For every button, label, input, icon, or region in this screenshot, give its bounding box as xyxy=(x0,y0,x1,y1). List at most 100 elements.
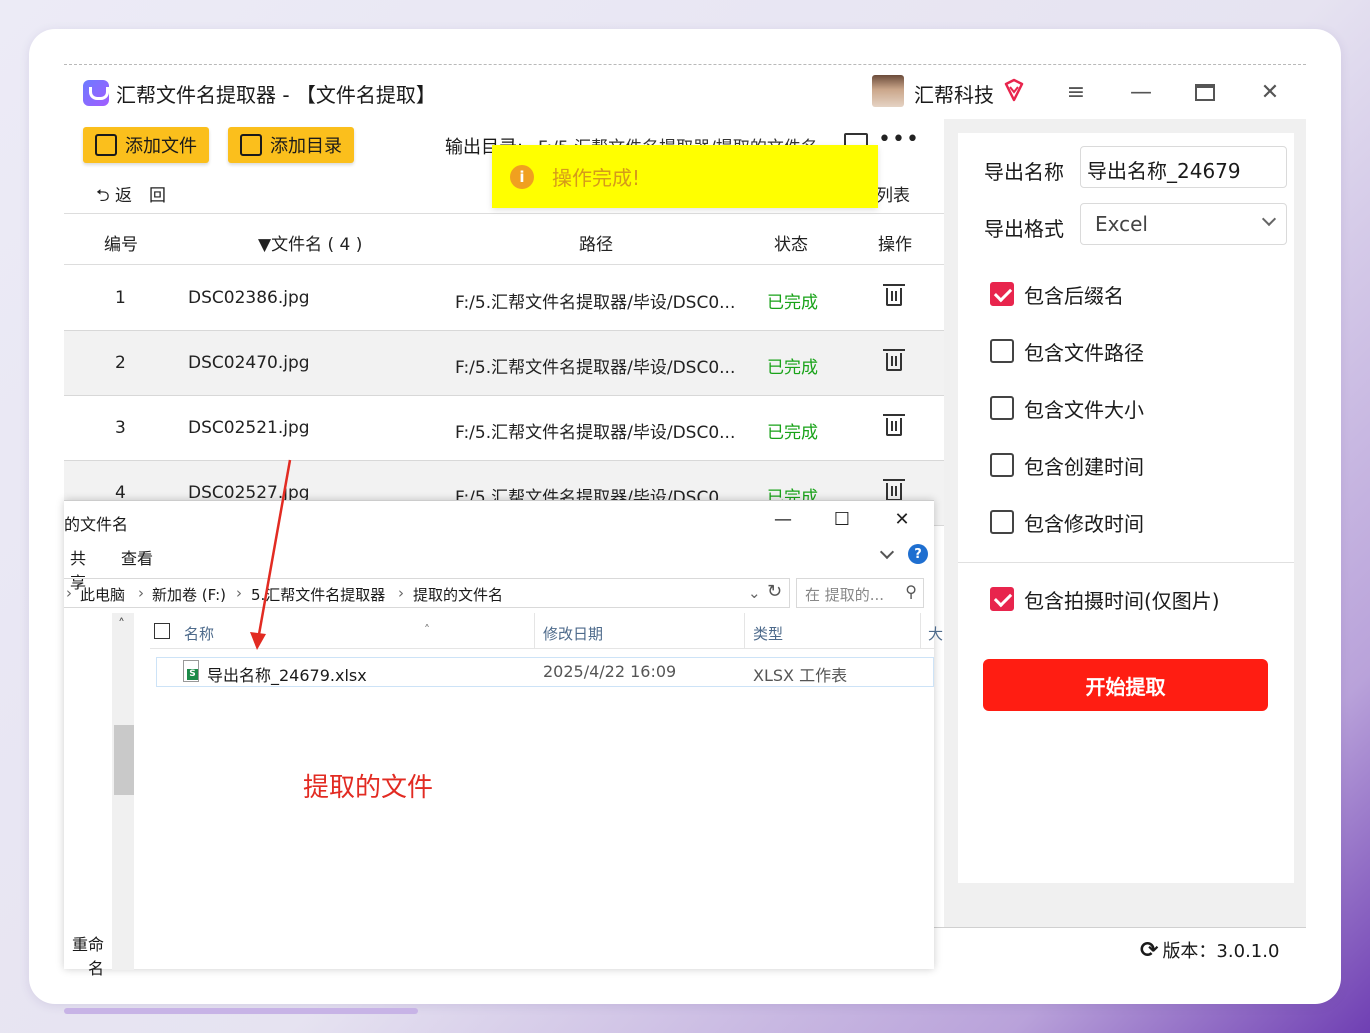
refresh-icon[interactable]: ↻ xyxy=(767,581,782,602)
maximize-button[interactable]: ☐ xyxy=(822,507,862,531)
version-label: 版本：3.0.1.0 xyxy=(1162,941,1280,962)
back-button[interactable]: ⮌ 返 回 xyxy=(96,181,166,212)
chevron-down-icon xyxy=(1261,211,1277,227)
chevron-down-icon[interactable]: ⌄ xyxy=(748,584,761,602)
sort-up-icon: ˄ xyxy=(424,623,430,637)
option-modified[interactable]: 包含修改时间 xyxy=(990,509,1144,536)
avatar[interactable] xyxy=(872,75,904,107)
option-label: 包含创建时间 xyxy=(1024,454,1144,479)
address-bar[interactable]: › 此电脑 › 新加卷 (F:) › 5.汇帮文件名提取器 › 提取的文件名 ⌄ xyxy=(64,578,790,608)
horizontal-scrollbar[interactable] xyxy=(64,1008,418,1014)
chevron-right-icon: › xyxy=(236,584,242,602)
table-header: 编号 ▼文件名 ( 4 ) 路径 状态 操作 xyxy=(64,213,944,265)
checkbox[interactable] xyxy=(990,510,1014,534)
more-icon[interactable]: ••• xyxy=(878,127,920,152)
divider xyxy=(958,562,1294,563)
row-path: F:/5.汇帮文件名提取器/毕设/DSC0... xyxy=(455,293,736,313)
col-size[interactable]: 大 xyxy=(928,623,943,644)
file-modified: 2025/4/22 16:09 xyxy=(543,662,677,681)
close-button[interactable]: ✕ xyxy=(882,507,922,531)
app-logo-icon xyxy=(83,80,109,106)
sync-icon[interactable]: ⟳ xyxy=(1140,938,1158,963)
row-status: 已完成 xyxy=(767,358,818,378)
option-label: 包含文件路径 xyxy=(1024,340,1144,365)
row-num: 2 xyxy=(115,353,126,373)
option-suffix[interactable]: 包含后缀名 xyxy=(990,281,1124,308)
option-label: 包含拍摄时间(仅图片) xyxy=(1024,588,1220,613)
explorer-title: 的文件名 xyxy=(64,515,129,534)
start-extract-button[interactable]: 开始提取 xyxy=(983,659,1268,711)
breadcrumb[interactable]: 提取的文件名 xyxy=(413,584,503,605)
export-name-input[interactable]: 导出名称_24679 xyxy=(1080,146,1287,188)
list-view-button[interactable]: 列表 xyxy=(876,181,910,206)
table-row[interactable]: 2 DSC02470.jpg F:/5.汇帮文件名提取器/毕设/DSC0... … xyxy=(64,331,944,396)
trash-icon[interactable] xyxy=(883,349,905,371)
menu-icon[interactable]: ≡ xyxy=(1056,75,1096,109)
minimize-button[interactable]: — xyxy=(763,507,803,531)
row-name: DSC02470.jpg xyxy=(188,353,310,373)
option-label: 包含后缀名 xyxy=(1024,283,1124,308)
breadcrumb[interactable]: 新加卷 (F:) xyxy=(152,584,226,605)
chevron-right-icon: › xyxy=(138,584,144,602)
minimize-button[interactable]: — xyxy=(1121,75,1161,109)
divider xyxy=(934,927,1306,928)
toast-message: 操作完成! xyxy=(552,166,641,190)
file-list-header: 名称 ˄ 修改日期 类型 大 xyxy=(150,613,943,649)
col-type[interactable]: 类型 xyxy=(753,623,783,644)
row-num: 1 xyxy=(115,288,126,308)
maximize-button[interactable] xyxy=(1185,75,1225,109)
title-bar: 汇帮文件名提取器 - 【文件名提取】 汇帮科技 ≡ — ✕ xyxy=(64,65,1306,119)
close-button[interactable]: ✕ xyxy=(1250,75,1290,109)
search-icon: ⚲ xyxy=(905,582,917,601)
add-file-label: 添加文件 xyxy=(125,136,197,157)
trash-icon[interactable] xyxy=(883,479,905,501)
help-icon[interactable]: ? xyxy=(908,544,928,564)
info-icon: i xyxy=(510,164,534,189)
row-name: DSC02521.jpg xyxy=(188,418,310,438)
row-path: F:/5.汇帮文件名提取器/毕设/DSC0... xyxy=(455,423,736,443)
breadcrumb[interactable]: 5.汇帮文件名提取器 xyxy=(251,584,385,605)
menu-view[interactable]: 查看 xyxy=(121,545,153,569)
file-list-icon xyxy=(95,134,117,156)
col-name[interactable]: ▼文件名 ( 4 ) xyxy=(258,230,362,255)
table-row[interactable]: 3 DSC02521.jpg F:/5.汇帮文件名提取器/毕设/DSC0... … xyxy=(64,396,944,461)
breadcrumb[interactable]: 此电脑 xyxy=(80,584,125,605)
select-all-checkbox[interactable] xyxy=(154,623,170,639)
trash-icon[interactable] xyxy=(883,284,905,306)
col-modified[interactable]: 修改日期 xyxy=(543,623,603,644)
option-label: 包含修改时间 xyxy=(1024,511,1144,536)
table-row[interactable]: 1 DSC02386.jpg F:/5.汇帮文件名提取器/毕设/DSC0... … xyxy=(64,266,944,331)
checkbox-checked[interactable] xyxy=(990,282,1014,306)
version-info: ⟳ 版本：3.0.1.0 xyxy=(1140,937,1279,963)
checkbox[interactable] xyxy=(990,339,1014,363)
export-format-label: 导出格式 xyxy=(984,217,1064,241)
checkbox-checked[interactable] xyxy=(990,587,1014,611)
vip-diamond-icon[interactable] xyxy=(1002,78,1026,102)
add-file-button[interactable]: 添加文件 xyxy=(83,127,209,163)
col-path: 路径 xyxy=(579,235,613,255)
search-placeholder: 在 提取的... xyxy=(805,586,885,604)
add-dir-button[interactable]: 添加目录 xyxy=(228,127,354,163)
file-list-item[interactable]: 导出名称_24679.xlsx 2025/4/22 16:09 XLSX 工作表 xyxy=(156,657,934,687)
export-format-select[interactable]: Excel xyxy=(1080,203,1287,245)
option-path[interactable]: 包含文件路径 xyxy=(990,338,1144,365)
col-name[interactable]: 名称 xyxy=(184,623,214,644)
xlsx-file-icon xyxy=(183,660,199,682)
back-arrow-icon: ⮌ xyxy=(96,186,116,206)
chevron-down-icon[interactable] xyxy=(879,544,895,560)
search-input[interactable]: 在 提取的... ⚲ xyxy=(796,578,924,608)
rename-item[interactable]: 重命名 xyxy=(64,931,104,979)
option-size[interactable]: 包含文件大小 xyxy=(990,395,1144,422)
scroll-thumb[interactable] xyxy=(114,725,134,795)
row-status: 已完成 xyxy=(767,423,818,443)
option-created[interactable]: 包含创建时间 xyxy=(990,452,1144,479)
trash-icon[interactable] xyxy=(883,414,905,436)
brand-name: 汇帮科技 xyxy=(914,83,994,107)
row-path: F:/5.汇帮文件名提取器/毕设/DSC0... xyxy=(455,358,736,378)
scroll-up-icon[interactable]: ˄ xyxy=(118,617,125,633)
checkbox[interactable] xyxy=(990,396,1014,420)
checkbox[interactable] xyxy=(990,453,1014,477)
annotation-label: 提取的文件 xyxy=(303,773,434,803)
folder-add-icon xyxy=(240,134,262,156)
option-photo-time[interactable]: 包含拍摄时间(仅图片) xyxy=(990,586,1220,613)
